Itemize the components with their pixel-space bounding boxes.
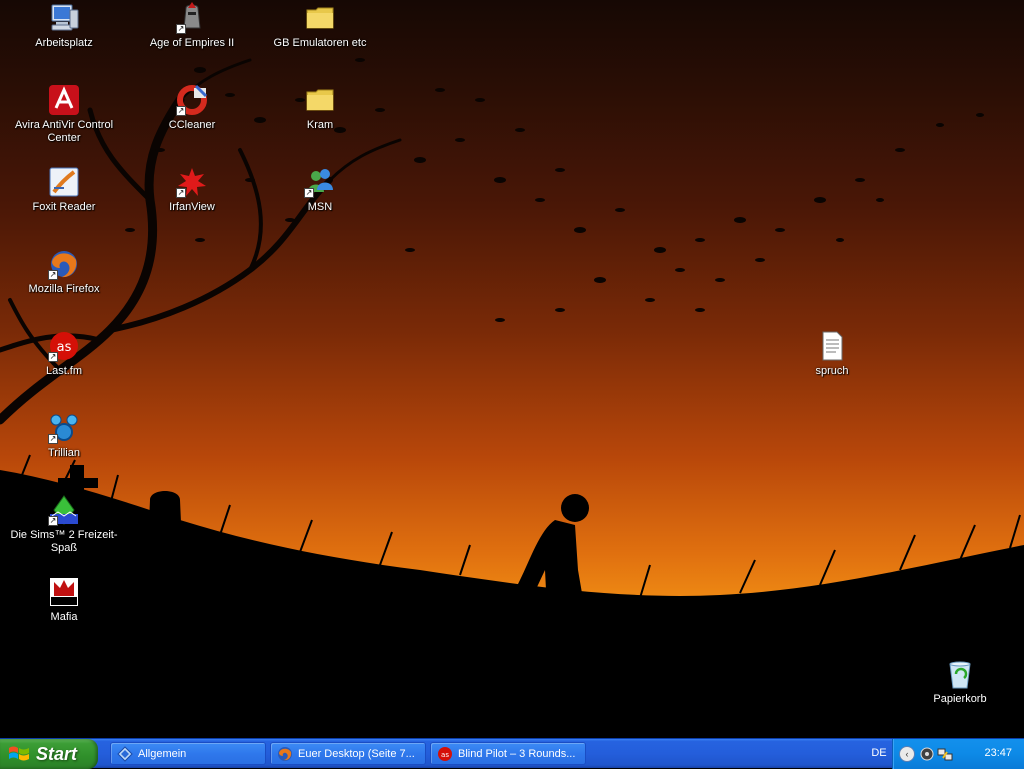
icon-label: Foxit Reader — [32, 201, 96, 213]
icon-label: Age of Empires II — [149, 37, 235, 49]
desktop-icon-ccleaner[interactable]: ↗ CCleaner — [128, 84, 256, 132]
task-label: Blind Pilot – 3 Rounds... — [458, 747, 576, 760]
my-computer-icon — [51, 4, 79, 31]
language-indicator[interactable]: DE — [868, 746, 890, 761]
recycle-bin-icon — [949, 661, 971, 689]
desktop-icon-gb-emulatoren[interactable]: GB Emulatoren etc — [256, 2, 384, 50]
firefox-icon — [278, 746, 292, 761]
folder-icon — [306, 7, 334, 29]
taskbar-button-euer-desktop[interactable]: Euer Desktop (Seite 7... — [270, 742, 426, 765]
icon-label: MSN — [307, 201, 333, 213]
start-button[interactable]: Start — [0, 739, 98, 769]
shortcut-arrow-icon: ↗ — [48, 270, 58, 280]
taskbar[interactable]: Start Allgemein Euer Desktop (Seite 7...… — [0, 738, 1024, 769]
windows-flag-icon — [9, 746, 29, 761]
foxit-reader-icon — [49, 167, 79, 197]
icon-label: CCleaner — [168, 119, 216, 131]
start-label: Start — [36, 743, 78, 764]
icon-label: spruch — [815, 365, 849, 377]
shortcut-arrow-icon: ↗ — [176, 188, 186, 198]
taskbar-button-allgemein[interactable]: Allgemein — [110, 742, 266, 765]
network-icon — [920, 747, 934, 761]
desktop[interactable]: Arbeitsplatz ↗ Age of Empires II GB Emul… — [0, 0, 1024, 738]
tray-network-icon[interactable] — [919, 746, 935, 762]
lastfm-icon: as — [438, 746, 452, 761]
desktop-icon-msn[interactable]: ↗ MSN — [256, 166, 384, 214]
icon-label: Last.fm — [45, 365, 83, 377]
desktop-icon-irfanview[interactable]: ↗ IrfanView — [128, 166, 256, 214]
desktop-icon-sims2[interactable]: ↗ Die Sims™ 2 Freizeit-Spaß — [0, 494, 128, 555]
icon-label: IrfanView — [169, 201, 215, 213]
desktop-icon-arbeitsplatz[interactable]: Arbeitsplatz — [0, 2, 128, 50]
shortcut-arrow-icon: ↗ — [48, 434, 58, 444]
blue-diamond-icon — [117, 745, 133, 762]
text-document-icon — [822, 331, 843, 361]
connection-icon — [937, 748, 953, 761]
icon-label: Arbeitsplatz — [35, 37, 93, 49]
clock[interactable]: 23:47 — [984, 747, 1012, 759]
shortcut-arrow-icon: ↗ — [304, 188, 314, 198]
icon-label: Mozilla Firefox — [28, 283, 100, 295]
icon-label: Trillian — [48, 447, 80, 459]
svg-text:as: as — [57, 340, 72, 355]
desktop-icon-age-of-empires[interactable]: ↗ Age of Empires II — [128, 2, 256, 50]
desktop-icon-foxit-reader[interactable]: Foxit Reader — [0, 166, 128, 214]
icon-label: Kram — [306, 119, 334, 131]
desktop-icon-avira[interactable]: Avira AntiVir Control Center — [0, 84, 128, 145]
icon-label: Die Sims™ 2 Freizeit-Spaß — [10, 529, 118, 554]
desktop-icon-papierkorb[interactable]: Papierkorb — [896, 658, 1024, 706]
icon-label: Mafia — [50, 611, 78, 623]
taskbar-button-blind-pilot[interactable]: as Blind Pilot – 3 Rounds... — [430, 742, 586, 765]
avira-icon — [49, 85, 79, 115]
desktop-icon-lastfm[interactable]: as ↗ Last.fm — [0, 330, 128, 378]
icon-label: GB Emulatoren etc — [273, 37, 367, 49]
desktop-icon-mafia[interactable]: Mafia — [0, 576, 128, 624]
desktop-icon-kram[interactable]: Kram — [256, 84, 384, 132]
icon-label: Papierkorb — [933, 693, 987, 705]
shortcut-arrow-icon: ↗ — [48, 352, 58, 362]
shortcut-arrow-icon: ↗ — [176, 106, 186, 116]
desktop-icon-firefox[interactable]: ↗ Mozilla Firefox — [0, 248, 128, 296]
folder-icon — [306, 89, 334, 111]
task-label: Euer Desktop (Seite 7... — [298, 747, 415, 760]
mafia-icon — [50, 578, 78, 606]
task-label: Allgemein — [138, 747, 187, 760]
shortcut-arrow-icon: ↗ — [48, 516, 58, 526]
desktop-icon-spruch[interactable]: spruch — [768, 330, 896, 378]
desktop-icon-trillian[interactable]: ↗ Trillian — [0, 412, 128, 460]
system-tray: ‹ 23:47 — [892, 739, 1024, 769]
tray-expand-chevron-icon[interactable]: ‹ — [899, 746, 915, 762]
shortcut-arrow-icon: ↗ — [176, 24, 186, 34]
svg-text:as: as — [441, 751, 449, 759]
tray-connection-icon[interactable] — [937, 746, 953, 762]
icon-label: Avira AntiVir Control Center — [14, 119, 114, 144]
